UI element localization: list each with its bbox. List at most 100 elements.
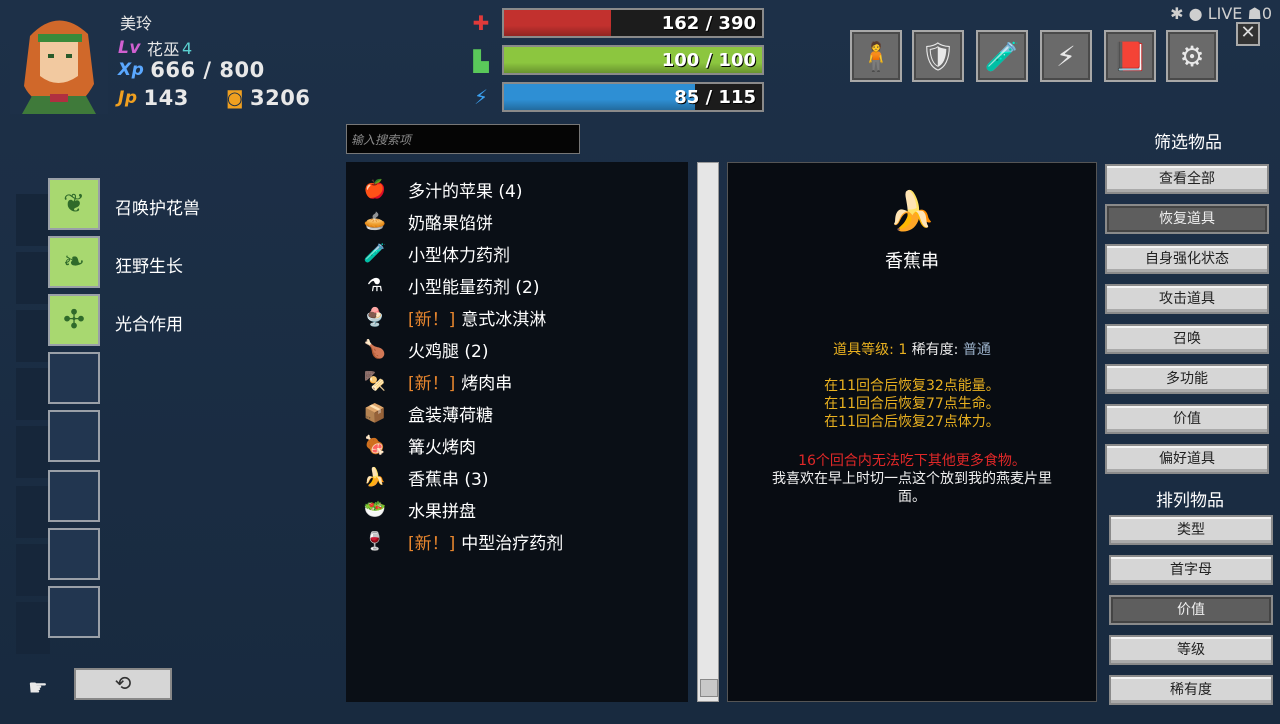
empty-skill-slot[interactable] bbox=[48, 586, 100, 638]
item-icon: 🍌 bbox=[363, 466, 387, 488]
stamina-icon: ▙ bbox=[473, 49, 489, 73]
scroll-thumb[interactable] bbox=[700, 679, 718, 697]
skill-slot[interactable]: ❧ bbox=[48, 236, 100, 288]
xp-label: Xp bbox=[118, 60, 145, 80]
stamina-bar: 100 / 100 bbox=[502, 45, 764, 75]
banana-icon: 🍌 bbox=[888, 189, 936, 233]
item-icon: 🧪 bbox=[363, 242, 387, 264]
item-name: 火鸡腿 (2) bbox=[408, 341, 489, 362]
item-name: 盒装薄荷糖 bbox=[408, 405, 493, 426]
new-badge: [新！] bbox=[408, 533, 456, 554]
gold-value: 3206 bbox=[249, 86, 311, 110]
filter-button[interactable]: 攻击道具 bbox=[1105, 284, 1269, 314]
item-detail-panel: 🍌 香蕉串 道具等级: 1 稀有度: 普通 在11回合后恢复32点能量。 在11… bbox=[727, 162, 1097, 702]
item-icon: 📦 bbox=[363, 402, 387, 424]
character-portrait bbox=[10, 6, 108, 114]
filter-button[interactable]: 自身强化状态 bbox=[1105, 244, 1269, 274]
inventory-item[interactable]: 🍗 火鸡腿 (2) bbox=[360, 334, 489, 364]
item-list: 🍎 多汁的苹果 (4) 🥧 奶酪果馅饼 🧪 小型体力药剂 ⚗ 小型能量药剂 (2) 🍨 [新！] 意… bbox=[346, 162, 688, 702]
gold-row: ◙ 3206 bbox=[226, 86, 310, 110]
level-label: Lv bbox=[118, 38, 141, 58]
inventory-item[interactable]: 🍨 [新！] 意式冰淇淋 bbox=[360, 302, 546, 332]
item-title: 香蕉串 bbox=[885, 251, 939, 272]
inventory-item[interactable]: 🍖 篝火烤肉 bbox=[360, 430, 476, 460]
close-button[interactable]: ✕ bbox=[1236, 22, 1260, 46]
close-icon: ✕ bbox=[1240, 22, 1256, 43]
jp-label: Jp bbox=[118, 88, 138, 108]
sort-button[interactable]: 稀有度 bbox=[1109, 675, 1273, 705]
item-name: 烤肉串 bbox=[461, 373, 513, 394]
xp-row: Xp 666 / 800 bbox=[118, 58, 265, 82]
shield-icon: 🛡 bbox=[920, 39, 956, 73]
filter-button[interactable]: 偏好道具 bbox=[1105, 444, 1269, 474]
skill-slot-shadow bbox=[16, 426, 50, 478]
effect-line: 在11回合后恢复32点能量。 bbox=[824, 378, 1000, 394]
character-name: 美玲 bbox=[120, 14, 153, 33]
item-name: 小型能量药剂 (2) bbox=[408, 277, 540, 298]
inventory-item[interactable]: 🧪 小型体力药剂 bbox=[360, 238, 510, 268]
inventory-item[interactable]: ⚗ 小型能量药剂 (2) bbox=[360, 270, 540, 300]
rarity-label: 稀有度: bbox=[911, 342, 959, 358]
inventory-item[interactable]: 🍷 [新！] 中型治疗药剂 bbox=[360, 526, 563, 556]
item-name: 奶酪果馅饼 bbox=[408, 213, 493, 234]
skills-button[interactable]: ⚡ bbox=[1040, 30, 1092, 82]
sort-button[interactable]: 类型 bbox=[1109, 515, 1273, 545]
gold-coin-icon: ◙ bbox=[226, 87, 244, 109]
item-name: 小型体力药剂 bbox=[408, 245, 510, 266]
warning-text: 16个回合内无法吃下其他更多食物。 bbox=[798, 453, 1026, 469]
item-list-scrollbar[interactable] bbox=[697, 162, 719, 702]
filter-button[interactable]: 恢复道具 bbox=[1105, 204, 1269, 234]
swap-button[interactable]: ⟲ bbox=[74, 668, 172, 700]
item-name: 意式冰淇淋 bbox=[461, 309, 547, 330]
skill-slot-shadow bbox=[16, 194, 50, 246]
flavor-text: 我喜欢在早上时切一点这个放到我的燕麦片里 bbox=[772, 471, 1052, 487]
inventory-item[interactable]: 🍎 多汁的苹果 (4) bbox=[360, 174, 523, 204]
class-row: Lv 花巫 4 bbox=[118, 36, 193, 60]
settings-gear-button[interactable]: ⚙ bbox=[1166, 30, 1218, 82]
search-input[interactable]: 输入搜索项 bbox=[346, 124, 580, 154]
empty-skill-slot[interactable] bbox=[48, 410, 100, 462]
shield-button[interactable]: 🛡 bbox=[912, 30, 964, 82]
sort-button[interactable]: 首字母 bbox=[1109, 555, 1273, 585]
skill-label[interactable]: 光合作用 bbox=[115, 310, 183, 335]
item-icon: ⚗ bbox=[366, 274, 384, 296]
class-name: 花巫 bbox=[146, 40, 180, 59]
empty-skill-slot[interactable] bbox=[48, 470, 100, 522]
inventory-item[interactable]: 🥗 水果拼盘 bbox=[360, 494, 476, 524]
item-name: 中型治疗药剂 bbox=[461, 533, 564, 554]
character-button[interactable]: 🧍 bbox=[850, 30, 902, 82]
inventory-item[interactable]: 🍢 [新！] 烤肉串 bbox=[360, 366, 512, 396]
grade-value: 1 bbox=[898, 342, 908, 358]
inventory-item[interactable]: 📦 盒装薄荷糖 bbox=[360, 398, 493, 428]
sort-button[interactable]: 价值 bbox=[1109, 595, 1273, 625]
new-badge: [新！] bbox=[408, 373, 456, 394]
energy-bar: 85 / 115 bbox=[502, 82, 764, 112]
filter-button[interactable]: 价值 bbox=[1105, 404, 1269, 434]
skill-slot-shadow bbox=[16, 252, 50, 304]
item-icon: 🍷 bbox=[363, 530, 387, 552]
empty-skill-slot[interactable] bbox=[48, 352, 100, 404]
skill-slot[interactable]: ✣ bbox=[48, 294, 100, 346]
skill-label[interactable]: 狂野生长 bbox=[115, 252, 183, 277]
skill-slot[interactable]: ❦ bbox=[48, 178, 100, 230]
empty-skill-slot[interactable] bbox=[48, 528, 100, 580]
health-bar-fill bbox=[504, 10, 612, 36]
potion-button[interactable]: 🧪 bbox=[976, 30, 1028, 82]
filter-button[interactable]: 查看全部 bbox=[1105, 164, 1269, 194]
skills-icon: ⚡ bbox=[1056, 39, 1076, 73]
book-button[interactable]: 📕 bbox=[1104, 30, 1156, 82]
live-dot-icon: ● bbox=[1188, 4, 1203, 23]
sort-button[interactable]: 等级 bbox=[1109, 635, 1273, 665]
flavor-text: 面。 bbox=[898, 489, 926, 505]
inventory-item[interactable]: 🥧 奶酪果馅饼 bbox=[360, 206, 493, 236]
inventory-item[interactable]: 🍌 香蕉串 (3) bbox=[360, 462, 489, 492]
item-grade-line: 道具等级: 1 稀有度: 普通 bbox=[728, 341, 1096, 359]
jp-value: 143 bbox=[143, 86, 189, 110]
health-bar: 162 / 390 bbox=[502, 8, 764, 38]
summon-plant-icon: ❦ bbox=[63, 189, 85, 219]
filter-button[interactable]: 多功能 bbox=[1105, 364, 1269, 394]
skill-label[interactable]: 召唤护花兽 bbox=[115, 194, 200, 219]
filter-button[interactable]: 召唤 bbox=[1105, 324, 1269, 354]
potion-icon: 🧪 bbox=[984, 39, 1020, 73]
health-text: 162 / 390 bbox=[661, 13, 756, 34]
